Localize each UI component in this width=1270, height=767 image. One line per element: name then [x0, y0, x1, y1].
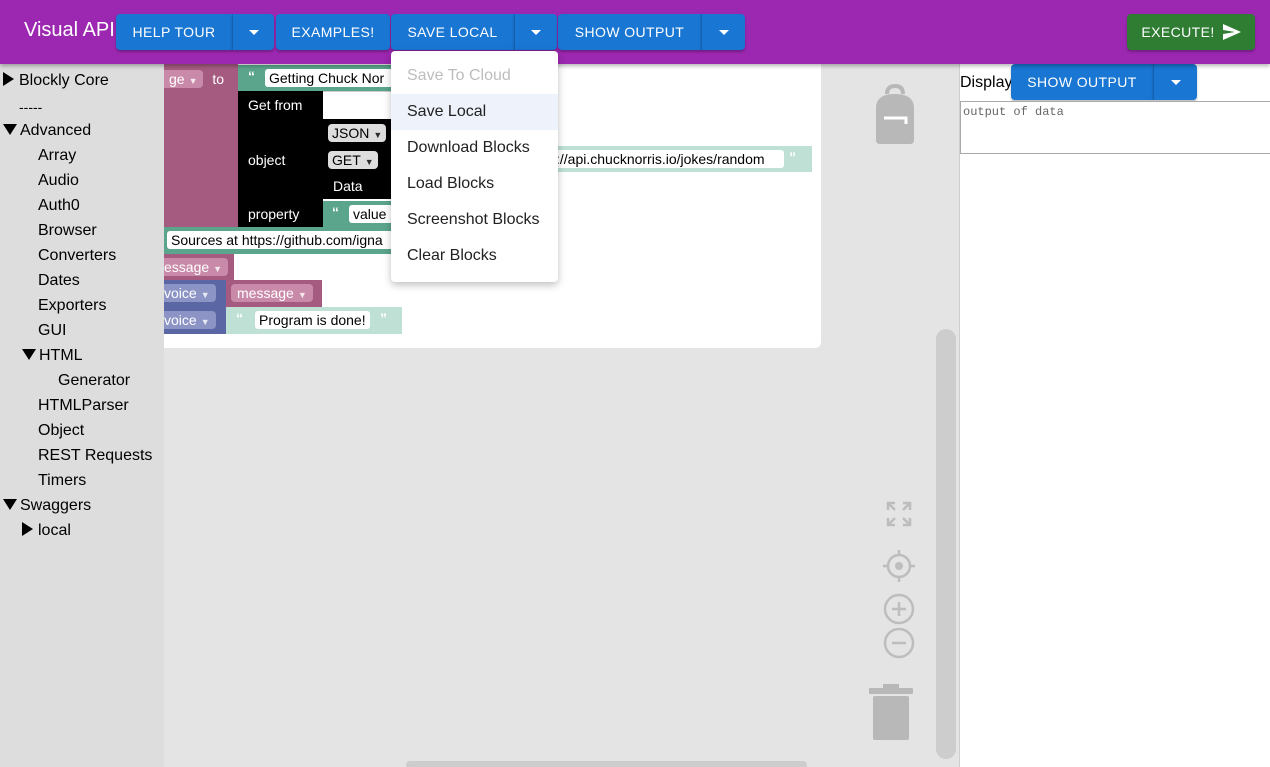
sources-field[interactable]: Sources at https://github.com/igna [167, 231, 403, 249]
menu-item-screenshot-blocks[interactable]: Screenshot Blocks [391, 202, 558, 238]
caret-down-icon [3, 499, 17, 510]
text-field[interactable]: Getting Chuck Nor [265, 69, 403, 87]
voice-field[interactable]: voice ▼ [164, 284, 216, 302]
tree-item-dates[interactable]: Dates [38, 271, 80, 291]
fullscreen-icon[interactable] [886, 501, 912, 527]
chevron-down-icon [1170, 79, 1181, 85]
tree-item-generator[interactable]: Generator [58, 371, 130, 391]
save-local-button[interactable]: SAVE LOCAL [391, 14, 514, 50]
app-title: Visual API [24, 19, 115, 41]
execute-label: EXECUTE! [1141, 24, 1215, 40]
tree-label: Swaggers [20, 497, 92, 514]
property-label: property [248, 206, 300, 222]
app-bar: Visual API HELP TOUR EXAMPLES! SAVE LOCA… [0, 0, 1270, 64]
menu-item-download-blocks[interactable]: Download Blocks [391, 130, 558, 166]
menu-item-clear-blocks[interactable]: Clear Blocks [391, 238, 558, 274]
recenter-icon[interactable] [883, 550, 915, 582]
output-panel [959, 64, 1270, 767]
workspace-vertical-scrollbar[interactable] [936, 329, 956, 759]
caret-down-icon [3, 124, 17, 135]
chevron-down-icon [248, 29, 259, 35]
backpack-icon[interactable] [874, 84, 916, 146]
zoom-out-icon[interactable] [883, 627, 915, 659]
zoom-in-icon[interactable] [883, 593, 915, 625]
chevron-down-icon [718, 29, 729, 35]
tree-item-browser[interactable]: Browser [38, 221, 97, 241]
url-field[interactable]: s://api.chucknorris.io/jokes/random [547, 150, 784, 168]
tree-item-auth0[interactable]: Auth0 [38, 196, 80, 216]
object-label: object [248, 152, 286, 168]
tree-label: Blockly Core [19, 72, 109, 89]
panel-show-output-dropdown-button[interactable] [1153, 64, 1197, 100]
send-icon [1222, 24, 1241, 40]
tree-item-audio[interactable]: Audio [38, 171, 79, 191]
blockly-workspace[interactable]: ge ▼ to “ Getting Chuck Nor Get from obje… [164, 64, 959, 767]
message-variable-field[interactable]: essage ▼ [164, 258, 229, 276]
help-tour-button[interactable]: HELP TOUR [116, 14, 232, 50]
tree-item-swaggers[interactable]: Swaggers [3, 496, 91, 516]
set-variable-block[interactable] [164, 64, 238, 254]
tree-item-rest-requests[interactable]: REST Requests [38, 446, 152, 466]
tree-label: Advanced [20, 122, 92, 139]
show-output-dropdown-button[interactable] [701, 14, 745, 50]
caret-right-icon [3, 72, 14, 86]
menu-item-load-blocks[interactable]: Load Blocks [391, 166, 558, 202]
save-local-menu: Save To Cloud Save Local Download Blocks… [391, 51, 558, 282]
tree-separator: ----- [19, 99, 43, 115]
method-dropdown[interactable]: GET ▼ [328, 151, 378, 169]
save-local-dropdown-button[interactable] [514, 14, 557, 50]
trash-icon[interactable] [869, 684, 913, 740]
tree-item-exporters[interactable]: Exporters [38, 296, 106, 316]
help-tour-dropdown-button[interactable] [232, 14, 274, 50]
show-output-button[interactable]: SHOW OUTPUT [558, 14, 701, 50]
tree-item-converters[interactable]: Converters [38, 246, 116, 266]
data-label: Data [333, 178, 363, 194]
tree-item-object[interactable]: Object [38, 421, 84, 441]
tree-item-gui[interactable]: GUI [38, 321, 66, 341]
tree-item-timers[interactable]: Timers [38, 471, 86, 491]
panel-show-output-button[interactable]: SHOW OUTPUT [1011, 64, 1153, 100]
caret-down-icon [22, 349, 36, 360]
tree-item-blockly-core[interactable]: Blockly Core [3, 71, 109, 91]
workspace-horizontal-scrollbar[interactable] [406, 761, 807, 767]
caret-right-icon [22, 522, 33, 536]
variable-field[interactable]: ge ▼ to [164, 70, 224, 88]
tree-label: HTML [39, 347, 83, 364]
tree-item-local[interactable]: local [22, 521, 71, 541]
output-textarea[interactable]: output of data [960, 101, 1270, 154]
message-field[interactable]: message ▼ [231, 284, 313, 302]
examples-button[interactable]: EXAMPLES! [276, 14, 390, 50]
done-text-field[interactable]: Program is done! [255, 311, 370, 329]
tree-item-advanced[interactable]: Advanced [3, 121, 91, 141]
toolbox-sidebar: Blockly Core ----- Advanced Array Audio … [0, 64, 164, 767]
display-label: Display [960, 74, 1013, 91]
execute-button[interactable]: EXECUTE! [1127, 14, 1255, 50]
json-dropdown[interactable]: JSON ▼ [328, 124, 387, 142]
voice-field[interactable]: voice ▼ [164, 311, 216, 329]
get-from-label: Get from [248, 97, 303, 113]
menu-item-save-to-cloud[interactable]: Save To Cloud [391, 58, 558, 94]
tree-item-array[interactable]: Array [38, 146, 76, 166]
menu-item-save-local[interactable]: Save Local [391, 94, 558, 130]
tree-item-htmlparser[interactable]: HTMLParser [38, 396, 129, 416]
tree-label: local [38, 522, 71, 539]
tree-item-html[interactable]: HTML [22, 346, 83, 366]
chevron-down-icon [531, 29, 541, 35]
